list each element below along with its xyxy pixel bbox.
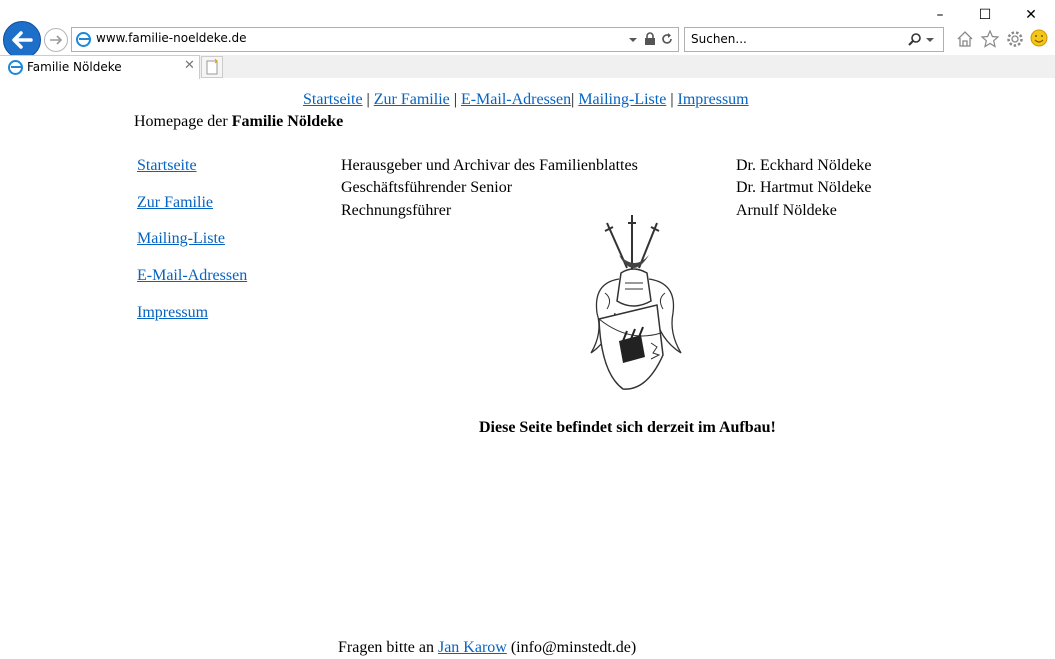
browser-tab[interactable]: Familie Nöldeke ✕ [0, 55, 200, 79]
notice-text: Diese Seite befindet sich derzeit im Auf… [479, 419, 776, 436]
search-dropdown-icon[interactable] [925, 35, 935, 45]
page-title: Homepage der Familie Nöldeke [134, 113, 343, 131]
search-input[interactable]: Suchen... [691, 32, 747, 46]
close-window-button[interactable]: ✕ [1011, 4, 1051, 26]
forward-icon [50, 35, 63, 45]
topnav-impressum[interactable]: Impressum [678, 91, 749, 108]
footer-contact-link[interactable]: Jan Karow [438, 639, 507, 656]
coat-of-arms-image [590, 215, 682, 390]
tab-ie-icon [8, 60, 23, 75]
topnav-zur-familie[interactable]: Zur Familie [374, 91, 450, 108]
sidebar-item-impressum[interactable]: Impressum [137, 304, 208, 322]
sidebar-item-email-adressen[interactable]: E-Mail-Adressen [137, 267, 247, 285]
topnav-separator: | [453, 91, 457, 108]
sidebar-item-startseite[interactable]: Startseite [137, 157, 197, 175]
minimize-button[interactable]: – [920, 4, 960, 26]
back-button[interactable] [3, 21, 41, 59]
dropdown-icon[interactable] [628, 35, 638, 45]
lock-icon[interactable] [644, 32, 656, 46]
officer-role: Geschäftsführender Senior [341, 179, 513, 196]
sidebar-item-mailing-liste[interactable]: Mailing-Liste [137, 230, 225, 248]
topnav-mailing-liste[interactable]: Mailing-Liste [578, 91, 666, 108]
top-navigation: Startseite | Zur Familie | E-Mail-Adress… [303, 91, 749, 109]
star-icon[interactable] [980, 29, 1000, 49]
ie-icon [76, 32, 91, 47]
address-bar[interactable]: www.familie-noeldeke.de [71, 27, 679, 52]
tab-title: Familie Nöldeke [27, 60, 122, 74]
page-title-family: Familie Nöldeke [231, 113, 344, 130]
tab-strip [199, 55, 1055, 78]
footer-suffix: (info@minstedt.de) [506, 639, 637, 656]
officer-name: Dr. Eckhard Nöldeke [736, 157, 872, 174]
topnav-separator: | [571, 91, 575, 108]
topnav-startseite[interactable]: Startseite [303, 91, 363, 108]
search-box[interactable]: Suchen... [684, 27, 944, 52]
gear-icon[interactable] [1005, 29, 1025, 49]
officer-name: Dr. Hartmut Nöldeke [736, 179, 872, 196]
topnav-separator: | [670, 91, 674, 108]
topnav-email-adressen[interactable]: E-Mail-Adressen [461, 91, 571, 108]
officer-role: Rechnungsführer [341, 202, 452, 219]
new-tab-icon [206, 58, 218, 75]
footer: Fragen bitte an Jan Karow (info@minstedt… [338, 639, 636, 657]
maximize-button[interactable]: ☐ [965, 4, 1005, 26]
refresh-icon[interactable] [660, 32, 674, 46]
back-icon [12, 31, 33, 49]
sidebar-item-zur-familie[interactable]: Zur Familie [137, 194, 213, 212]
search-icon[interactable] [907, 32, 923, 48]
officer-name: Arnulf Nöldeke [736, 202, 837, 219]
home-icon[interactable] [955, 29, 975, 49]
new-tab-button[interactable] [201, 56, 223, 78]
page-title-prefix: Homepage der [134, 113, 232, 130]
smiley-icon[interactable] [1030, 29, 1048, 47]
officer-role: Herausgeber und Archivar des Familienbla… [341, 157, 638, 174]
topnav-separator: | [366, 91, 370, 108]
browser-chrome: – ☐ ✕ www.familie-noeldeke.de Suchen... [0, 0, 1055, 79]
footer-prefix: Fragen bitte an [338, 639, 438, 656]
tab-close-icon[interactable]: ✕ [184, 58, 195, 73]
forward-button[interactable] [44, 28, 68, 52]
url-text[interactable]: www.familie-noeldeke.de [96, 31, 247, 45]
